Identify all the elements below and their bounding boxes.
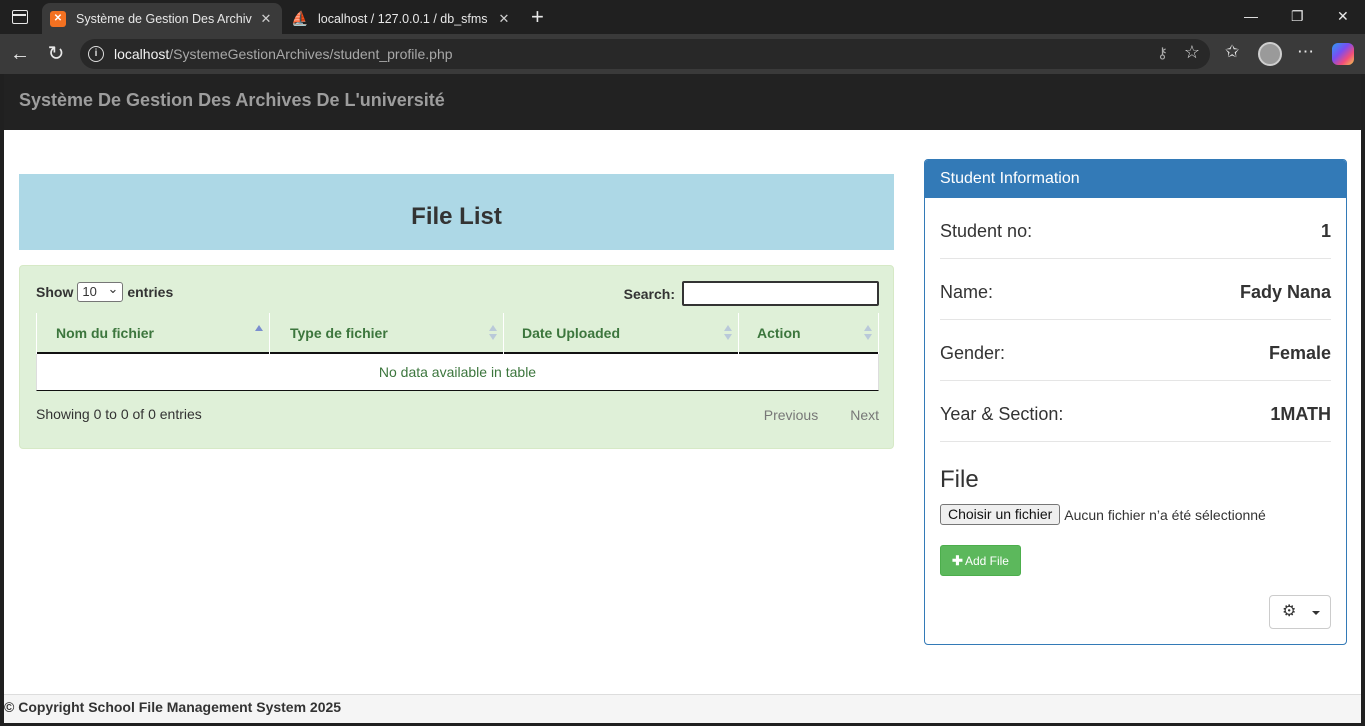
sort-icon <box>724 325 732 341</box>
name-row: Name: Fady Nana <box>940 259 1331 320</box>
tab-student-profile[interactable]: ✕ Système de Gestion Des Archive de ✕ <box>42 3 282 34</box>
xampp-icon: ✕ <box>50 10 66 27</box>
year-section-row: Year & Section: 1MATH <box>940 381 1331 442</box>
tab-phpmyadmin[interactable]: ⛵ localhost / 127.0.0.1 / db_sfms / st ✕ <box>284 3 520 34</box>
column-label: Nom du fichier <box>56 325 155 341</box>
tab-title: Système de Gestion Des Archive de <box>76 11 252 26</box>
site-info-icon[interactable]: i <box>88 46 104 62</box>
add-file-button[interactable]: ✚ Add File <box>940 545 1021 576</box>
browser-tab-bar: ✕ Système de Gestion Des Archive de ✕ ⛵ … <box>0 0 1365 34</box>
column-header-action[interactable]: Action <box>739 313 879 354</box>
address-bar: ← ↻ i localhost/SystemeGestionArchives/s… <box>0 34 1365 74</box>
info-label: Name: <box>940 282 994 302</box>
student-info-panel: Student Information Student no: 1 Name: … <box>924 159 1347 645</box>
sort-icon <box>489 325 497 341</box>
new-tab-icon[interactable]: + <box>531 4 544 30</box>
page-length-value: 10 <box>82 284 97 299</box>
column-header-file-type[interactable]: Type de fichier <box>270 313 504 354</box>
phpmyadmin-icon: ⛵ <box>291 10 309 26</box>
table-header-row: Nom du fichier Type de fichier Date Uplo… <box>36 313 879 354</box>
top-navbar: Système De Gestion Des Archives De L'uni… <box>4 74 1361 130</box>
info-value: 1MATH <box>1270 404 1331 424</box>
back-icon[interactable]: ← <box>8 42 32 66</box>
settings-dropdown-button[interactable]: ⚙ <box>1269 595 1331 629</box>
navbar-brand[interactable]: Système De Gestion Des Archives De L'uni… <box>19 90 445 111</box>
restore-icon[interactable]: ❐ <box>1291 8 1304 25</box>
show-label: Show <box>36 284 74 300</box>
entries-label: entries <box>127 284 174 300</box>
file-list-title: File List <box>411 203 502 230</box>
caret-down-icon <box>1312 611 1320 615</box>
file-upload-field: Choisir un fichier Aucun fichier n’a été… <box>940 504 1266 525</box>
url-host: localhost <box>114 46 170 62</box>
file-list-header: File List <box>19 174 894 250</box>
add-file-label: Add File <box>964 554 1009 568</box>
reload-icon[interactable]: ↻ <box>44 42 68 66</box>
table-info: Showing 0 to 0 of 0 entries <box>36 406 202 422</box>
gender-row: Gender: Female <box>940 320 1331 381</box>
search-label: Search: <box>623 285 675 302</box>
sort-icon <box>864 325 872 341</box>
panel-heading: Student Information <box>925 160 1346 198</box>
url-path: /SystemeGestionArchives/student_profile.… <box>169 46 453 62</box>
next-page-button[interactable]: Next <box>850 407 879 423</box>
tab-actions-icon[interactable] <box>10 7 30 27</box>
files-table-panel: Show 10 entries Search: Nom du fichier T… <box>19 265 894 449</box>
favorites-icon[interactable]: ✩ <box>1225 42 1239 62</box>
close-tab-icon[interactable]: ✕ <box>258 11 274 27</box>
url-text: localhost/SystemeGestionArchives/student… <box>114 46 453 62</box>
search-input[interactable] <box>682 281 879 306</box>
info-label: Student no: <box>940 221 1033 241</box>
info-label: Year & Section: <box>940 404 1064 424</box>
pagination: Previous Next <box>764 407 879 423</box>
profile-avatar[interactable] <box>1258 42 1282 66</box>
no-file-text: Aucun fichier n’a été sélectionné <box>1064 506 1266 523</box>
minimize-icon[interactable]: — <box>1244 8 1258 24</box>
info-value: Fady Nana <box>1239 282 1331 302</box>
close-window-icon[interactable]: ✕ <box>1337 8 1349 25</box>
choose-file-button[interactable]: Choisir un fichier <box>940 504 1061 525</box>
page-length-control: Show 10 entries <box>36 280 174 302</box>
page-footer: © Copyright School File Management Syste… <box>4 694 1361 723</box>
footer-copyright: © Copyright School File Management Syste… <box>4 699 342 715</box>
gear-icon: ⚙ <box>1282 603 1297 620</box>
favorite-star-icon[interactable]: ☆ <box>1184 42 1200 63</box>
column-header-file-name[interactable]: Nom du fichier <box>36 313 270 354</box>
column-label: Action <box>757 325 801 341</box>
plus-icon: ✚ <box>952 553 963 568</box>
files-table: Nom du fichier Type de fichier Date Uplo… <box>36 313 879 391</box>
info-value: Female <box>1268 343 1331 363</box>
file-section-title: File <box>940 466 979 493</box>
tab-title: localhost / 127.0.0.1 / db_sfms / st <box>318 11 490 26</box>
more-menu-icon[interactable]: ⋯ <box>1297 42 1314 62</box>
table-search: Search: <box>624 281 879 306</box>
password-key-icon[interactable]: ⚷ <box>1157 44 1168 62</box>
close-tab-icon[interactable]: ✕ <box>496 11 512 27</box>
copilot-icon[interactable] <box>1332 43 1354 65</box>
sort-ascending-icon <box>255 325 263 341</box>
page-length-select[interactable]: 10 <box>77 280 124 302</box>
page-viewport: Système De Gestion Des Archives De L'uni… <box>4 74 1361 723</box>
previous-page-button[interactable]: Previous <box>764 407 818 423</box>
info-label: Gender: <box>940 343 1006 363</box>
column-label: Date Uploaded <box>522 325 621 341</box>
column-label: Type de fichier <box>290 325 388 341</box>
column-header-date-uploaded[interactable]: Date Uploaded <box>504 313 739 354</box>
empty-table-message: No data available in table <box>36 354 879 391</box>
student-no-row: Student no: 1 <box>940 198 1331 259</box>
info-value: 1 <box>1320 221 1331 241</box>
url-input[interactable]: i localhost/SystemeGestionArchives/stude… <box>80 39 1210 69</box>
